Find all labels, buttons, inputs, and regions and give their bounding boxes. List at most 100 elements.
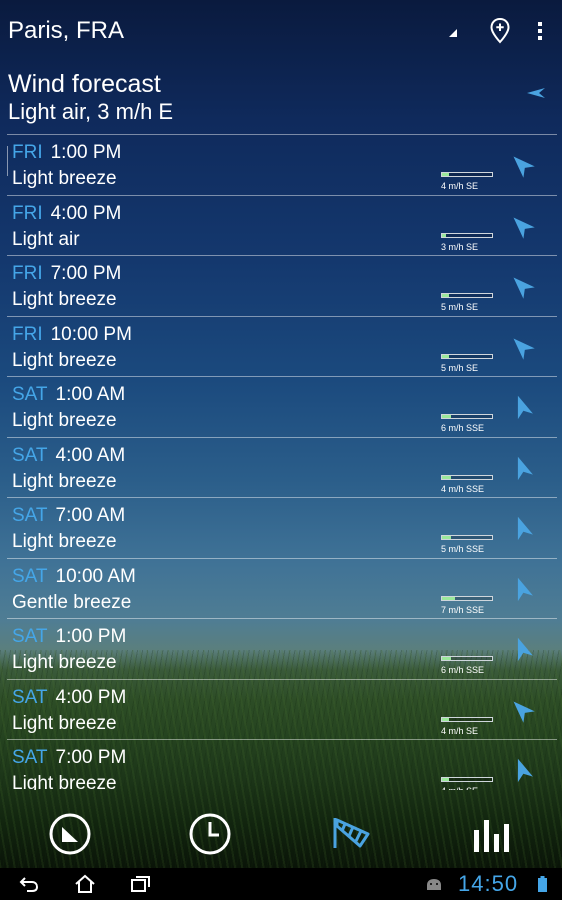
wind-speed-bar <box>441 535 493 540</box>
wind-description: Light breeze <box>12 531 117 552</box>
forecast-time: SAT 4:00 PM <box>12 687 126 709</box>
wind-direction-arrow-icon <box>517 516 533 541</box>
wind-speed-bar <box>441 716 493 722</box>
wind-speed-label: 4 m/h SE <box>441 786 478 790</box>
wind-speed-label: 7 m/h SSE <box>441 604 485 615</box>
wind-speed-label: 5 m/h SSE <box>441 544 485 554</box>
wind-direction-arrow-icon <box>517 395 533 420</box>
wind-description: Light breeze <box>12 289 117 310</box>
wind-direction-arrow-icon <box>513 701 535 723</box>
forecast-row[interactable]: SAT 4:00 PM Light breeze 4 m/h SE <box>7 678 557 740</box>
wind-direction-arrow-icon <box>517 758 533 783</box>
wind-direction-arrow-icon <box>513 217 535 239</box>
forecast-hour: 10:00 AM <box>55 565 136 587</box>
home-icon[interactable] <box>74 874 96 894</box>
forecast-time: SAT 1:00 PM <box>12 626 126 648</box>
forecast-day: SAT <box>12 444 48 466</box>
android-notification-icon <box>427 879 441 890</box>
wind-speed-label: 6 m/h SSE <box>441 423 485 433</box>
bar-chart-icon <box>474 820 509 852</box>
forecast-time: FRI 7:00 PM <box>12 263 121 285</box>
forecast-row[interactable]: SAT 1:00 PM Light breeze 6 m/h SSE <box>7 618 557 679</box>
forecast-day: FRI <box>12 202 43 224</box>
back-icon[interactable] <box>18 874 40 894</box>
windsock-icon <box>333 818 370 848</box>
wind-description: Light air <box>12 228 80 250</box>
tab-charts[interactable] <box>470 812 514 856</box>
wind-speed-bar-fill <box>442 354 449 358</box>
forecast-time: SAT 7:00 PM <box>12 747 126 769</box>
wind-description: Light breeze <box>12 410 117 431</box>
forecast-time: FRI 1:00 PM <box>12 142 121 164</box>
forecast-hour: 7:00 PM <box>55 747 127 768</box>
forecast-row[interactable]: FRI 4:00 PM Light air 3 m/h SE <box>7 194 557 256</box>
wind-speed-bar <box>441 777 493 782</box>
forecast-day: SAT <box>12 747 48 768</box>
forecast-row[interactable]: SAT 10:00 AM Gentle breeze 7 m/h SSE <box>7 557 557 619</box>
add-location-icon[interactable] <box>490 18 510 44</box>
wind-speed-label: 3 m/h SE <box>441 241 479 252</box>
wind-direction-arrow-icon <box>517 456 533 480</box>
wind-speed-bar-fill <box>442 173 449 176</box>
wind-description: Gentle breeze <box>12 591 132 613</box>
wind-speed-bar-fill <box>442 596 455 600</box>
sun-position-icon <box>49 813 91 855</box>
forecast-day: SAT <box>12 384 48 405</box>
dropdown-indicator-icon[interactable] <box>449 29 457 37</box>
forecast-day: SAT <box>12 626 48 647</box>
forecast-row[interactable]: FRI 7:00 PM Light breeze 5 m/h SE <box>7 255 557 316</box>
forecast-hour: 1:00 PM <box>55 626 127 647</box>
forecast-day: SAT <box>12 686 48 708</box>
forecast-row[interactable]: FRI 10:00 PM Light breeze 5 m/h SE <box>7 315 557 377</box>
wind-direction-arrow-icon <box>513 277 535 299</box>
wind-speed-bar <box>441 293 493 298</box>
battery-icon <box>538 876 547 892</box>
forecast-row[interactable]: SAT 1:00 AM Light breeze 6 m/h SSE <box>7 376 557 437</box>
wind-speed-bar-fill <box>442 657 451 660</box>
forecast-row[interactable]: SAT 7:00 AM Light breeze 5 m/h SSE <box>7 497 557 558</box>
forecast-hour: 4:00 PM <box>55 686 127 708</box>
wind-description: Light breeze <box>12 349 117 371</box>
forecast-hour: 1:00 PM <box>50 142 122 163</box>
tab-hourly[interactable] <box>188 812 232 856</box>
city-selector[interactable]: Paris, FRA <box>8 17 124 45</box>
forecast-hour: 4:00 PM <box>50 202 122 224</box>
wind-speed-label: 5 m/h SE <box>441 302 479 312</box>
wind-description: Light breeze <box>12 168 117 189</box>
forecast-day: SAT <box>12 505 48 526</box>
wind-description: Light breeze <box>12 773 117 790</box>
forecast-list[interactable]: FRI 1:00 PM Light breeze 4 m/h SE FRI 4:00 PM… <box>7 134 557 790</box>
tab-wind[interactable] <box>330 812 374 856</box>
wind-speed-label: 6 m/h SSE <box>441 665 485 675</box>
wind-speed-bar <box>441 172 493 177</box>
current-wind-direction-icon <box>527 88 545 98</box>
wind-speed-bar-fill <box>442 778 449 781</box>
wind-speed-bar <box>441 474 493 480</box>
wind-speed-bar-fill <box>442 536 451 539</box>
wind-speed-bar-fill <box>442 415 451 418</box>
forecast-time: SAT 10:00 AM <box>12 566 136 588</box>
system-navigation-bar: 14:50 <box>0 868 562 900</box>
recent-apps-icon[interactable] <box>130 874 152 894</box>
bottom-tab-bar <box>0 800 562 868</box>
overflow-menu-icon[interactable] <box>533 20 547 42</box>
forecast-time: SAT 7:00 AM <box>12 505 125 527</box>
forecast-time: SAT 1:00 AM <box>12 384 125 406</box>
current-wind-summary: Light air, 3 m/h E <box>8 99 174 124</box>
wind-speed-bar <box>441 353 493 359</box>
tab-current[interactable] <box>48 812 92 856</box>
wind-description: Light breeze <box>12 652 117 673</box>
system-clock: 14:50 <box>458 871 519 896</box>
forecast-row[interactable]: SAT 4:00 AM Light breeze 4 m/h SSE <box>7 436 557 498</box>
forecast-hour: 7:00 AM <box>55 505 126 526</box>
wind-speed-label: 4 m/h SE <box>441 181 479 191</box>
wind-speed-bar-fill <box>442 233 446 237</box>
wind-description: Light breeze <box>12 470 117 492</box>
wind-direction-arrow-icon <box>513 338 535 360</box>
row-accent <box>7 146 8 176</box>
forecast-row[interactable]: FRI 1:00 PM Light breeze 4 m/h SE <box>7 134 557 195</box>
wind-speed-bar <box>441 595 493 601</box>
wind-direction-arrow-icon <box>517 637 533 662</box>
forecast-row[interactable]: SAT 7:00 PM Light breeze 4 m/h SE <box>7 739 557 790</box>
wind-speed-bar <box>441 414 493 419</box>
